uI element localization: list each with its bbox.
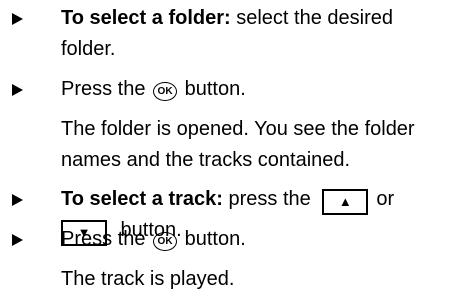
ok-button-icon: OK [153, 82, 178, 101]
step-select-folder-text-line-2: folder. [61, 38, 116, 60]
step-select-folder-text: To select a folder: select the desired f… [61, 3, 441, 65]
ok-button-icon: OK [153, 232, 178, 251]
step-press-ok-track-before: Press the [61, 228, 152, 250]
step-bullet-icon [12, 234, 23, 246]
step-bullet-icon [12, 13, 23, 25]
step-bullet-icon [12, 194, 23, 206]
step-bullet-icon [12, 84, 23, 96]
up-arrow-key-icon: ▲ [322, 189, 369, 215]
step-select-track-or: or [376, 188, 395, 210]
step-press-ok-folder-before: Press the [61, 78, 152, 100]
step-select-folder-label: To select a folder: [61, 7, 231, 29]
instruction-page: To select a folder: select the desired f… [0, 0, 450, 297]
step-select-track-label: To select a track: [61, 188, 223, 210]
result-folder-opened-line-2: names and the tracks contained. [61, 149, 351, 171]
step-press-ok-folder-text: Press the OK button. [61, 74, 441, 105]
step-press-ok-folder-after: button. [179, 78, 246, 100]
step-press-ok-track-after: button. [179, 228, 246, 250]
result-track-played: The track is played. [61, 264, 441, 295]
result-folder-opened: The folder is opened. You see the folder… [61, 114, 441, 176]
result-track-played-line-1: The track is played. [61, 268, 235, 290]
step-press-ok-track-text: Press the OK button. [61, 224, 441, 255]
step-select-folder-text-line-1: select the desired [230, 7, 393, 29]
step-select-track-text-a: press the [222, 188, 317, 210]
result-folder-opened-line-1: The folder is opened. You see the folder [61, 118, 415, 140]
